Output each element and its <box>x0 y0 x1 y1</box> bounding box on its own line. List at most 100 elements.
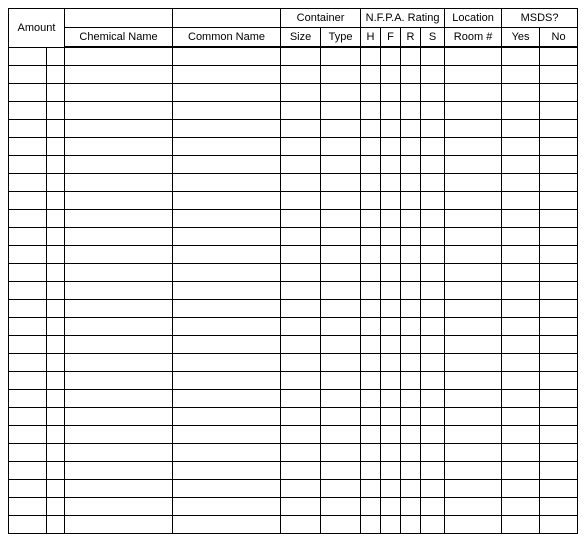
cell <box>321 120 361 138</box>
col-room: Room # <box>445 28 502 48</box>
table-row <box>9 282 578 300</box>
cell <box>173 336 281 354</box>
cell <box>47 300 65 318</box>
cell <box>381 84 401 102</box>
table-row <box>9 462 578 480</box>
cell <box>65 426 173 444</box>
cell <box>361 228 381 246</box>
cell <box>381 210 401 228</box>
col-r: R <box>401 28 421 48</box>
cell <box>361 138 381 156</box>
cell <box>65 498 173 516</box>
cell <box>421 462 445 480</box>
cell <box>47 336 65 354</box>
cell <box>361 246 381 264</box>
cell <box>173 516 281 534</box>
cell <box>445 228 502 246</box>
cell <box>47 516 65 534</box>
cell <box>445 516 502 534</box>
cell <box>281 516 321 534</box>
col-size: Size <box>281 28 321 48</box>
cell <box>502 282 540 300</box>
cell <box>321 318 361 336</box>
cell <box>9 264 47 282</box>
inventory-table: Amount Container N.F.P.A. Rating Locatio… <box>8 8 578 534</box>
cell <box>502 138 540 156</box>
cell <box>9 444 47 462</box>
cell <box>173 246 281 264</box>
cell <box>173 318 281 336</box>
cell <box>421 516 445 534</box>
cell <box>281 264 321 282</box>
cell <box>381 426 401 444</box>
cell <box>540 138 578 156</box>
cell <box>361 408 381 426</box>
cell <box>540 300 578 318</box>
cell <box>361 336 381 354</box>
cell <box>321 372 361 390</box>
cell <box>321 408 361 426</box>
cell <box>445 426 502 444</box>
cell <box>9 156 47 174</box>
cell <box>421 138 445 156</box>
cell <box>401 336 421 354</box>
cell <box>321 246 361 264</box>
cell <box>173 228 281 246</box>
cell <box>421 498 445 516</box>
cell <box>540 336 578 354</box>
cell <box>47 498 65 516</box>
cell <box>401 264 421 282</box>
cell <box>65 480 173 498</box>
cell <box>47 408 65 426</box>
col-group-nfpa: N.F.P.A. Rating <box>361 9 445 28</box>
table-row <box>9 246 578 264</box>
cell <box>421 408 445 426</box>
cell <box>321 102 361 120</box>
cell <box>361 498 381 516</box>
cell <box>502 516 540 534</box>
cell <box>9 300 47 318</box>
cell <box>445 210 502 228</box>
cell <box>281 138 321 156</box>
cell <box>421 426 445 444</box>
table-row <box>9 192 578 210</box>
cell <box>445 300 502 318</box>
cell <box>401 210 421 228</box>
cell <box>281 156 321 174</box>
cell <box>445 84 502 102</box>
cell <box>173 390 281 408</box>
cell <box>47 66 65 84</box>
cell <box>173 138 281 156</box>
cell <box>502 192 540 210</box>
cell <box>173 462 281 480</box>
cell <box>65 318 173 336</box>
cell <box>321 426 361 444</box>
cell <box>9 138 47 156</box>
cell <box>445 354 502 372</box>
table-row <box>9 264 578 282</box>
cell <box>173 210 281 228</box>
cell <box>173 408 281 426</box>
cell <box>65 174 173 192</box>
cell <box>401 246 421 264</box>
cell <box>361 354 381 372</box>
cell <box>47 47 65 66</box>
cell <box>321 264 361 282</box>
cell <box>65 444 173 462</box>
cell <box>9 84 47 102</box>
cell <box>47 156 65 174</box>
cell <box>65 390 173 408</box>
cell <box>9 246 47 264</box>
col-type: Type <box>321 28 361 48</box>
cell <box>173 354 281 372</box>
cell <box>9 372 47 390</box>
cell <box>381 498 401 516</box>
table-row <box>9 426 578 444</box>
cell <box>9 498 47 516</box>
cell <box>421 372 445 390</box>
cell <box>9 390 47 408</box>
cell <box>381 66 401 84</box>
cell <box>421 120 445 138</box>
cell <box>421 228 445 246</box>
cell <box>502 156 540 174</box>
